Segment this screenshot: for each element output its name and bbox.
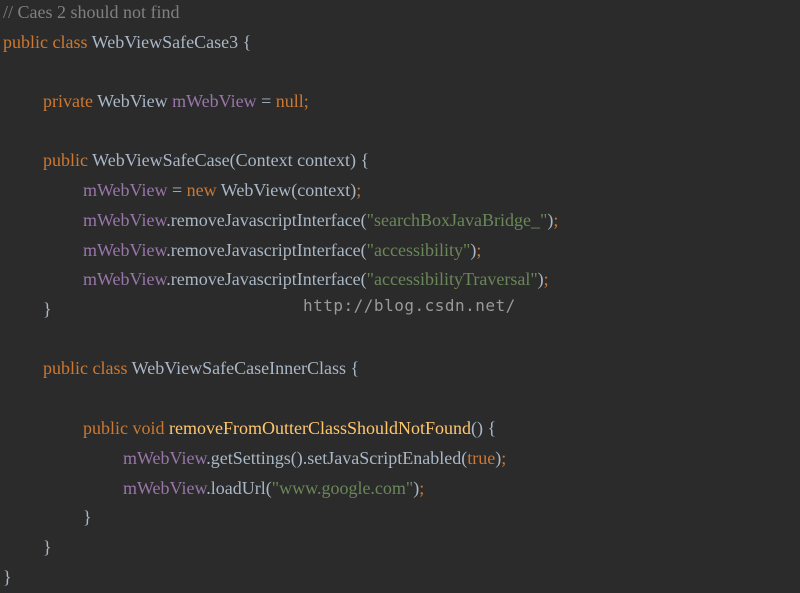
code-line: mWebView = new WebView(context); <box>3 178 361 202</box>
code-keyword: new <box>186 180 221 200</box>
code-line: } <box>3 297 52 321</box>
code-text: } <box>43 299 52 319</box>
code-field: mWebView <box>123 478 207 498</box>
code-text: WebView <box>97 91 173 111</box>
code-comment: // Caes 2 should not find <box>3 2 180 22</box>
code-line: mWebView.getSettings().setJavaScriptEnab… <box>3 446 506 470</box>
code-keyword: public <box>43 150 93 170</box>
code-text: } <box>83 507 92 527</box>
code-field: mWebView <box>83 240 167 260</box>
code-line: // Caes 2 should not find <box>3 0 180 24</box>
code-text: () { <box>471 418 497 438</box>
code-text: WebViewSafeCase(Context context) { <box>92 150 370 170</box>
code-field: mWebView <box>83 180 168 200</box>
code-keyword: ; <box>476 240 482 260</box>
code-keyword: ; <box>419 478 425 498</box>
code-line: } <box>3 505 92 529</box>
code-method-name: removeFromOutterClassShouldNotFound <box>169 418 471 438</box>
code-field: mWebView <box>123 448 207 468</box>
code-line: mWebView.loadUrl("www.google.com"); <box>3 476 424 500</box>
code-text: .removeJavascriptInterface( <box>166 210 367 230</box>
code-string: "searchBoxJavaBridge_" <box>366 210 548 230</box>
code-line: public void removeFromOutterClassShouldN… <box>3 416 496 440</box>
code-text: } <box>43 537 52 557</box>
code-text: WebViewSafeCaseInnerClass { <box>131 358 360 378</box>
code-keyword: ; <box>553 210 559 230</box>
code-keyword: public class <box>43 358 132 378</box>
code-text: = <box>256 91 276 111</box>
code-text: = <box>167 180 187 200</box>
code-keyword: null; <box>275 91 309 111</box>
code-line: public class WebViewSafeCase3 { <box>3 30 251 54</box>
code-text: } <box>3 567 12 587</box>
code-line: private WebView mWebView = null; <box>3 89 309 113</box>
code-field: mWebView <box>83 210 167 230</box>
code-line: public WebViewSafeCase(Context context) … <box>3 148 369 172</box>
code-string: "accessibility" <box>366 240 471 260</box>
code-text: WebViewSafeCase3 { <box>91 32 252 52</box>
code-keyword: true <box>467 448 496 468</box>
code-text: .removeJavascriptInterface( <box>166 269 367 289</box>
code-string: "accessibilityTraversal" <box>366 269 538 289</box>
code-keyword: ; <box>543 269 549 289</box>
code-line: } <box>3 565 12 589</box>
code-field: mWebView <box>83 269 167 289</box>
code-text: .getSettings().setJavaScriptEnabled( <box>206 448 468 468</box>
code-line: public class WebViewSafeCaseInnerClass { <box>3 356 359 380</box>
code-keyword: public void <box>83 418 169 438</box>
code-line: mWebView.removeJavascriptInterface("acce… <box>3 267 549 291</box>
code-text: .loadUrl( <box>206 478 272 498</box>
watermark-url: http://blog.csdn.net/ <box>303 296 516 315</box>
code-keyword: ; <box>356 180 362 200</box>
code-line: mWebView.removeJavascriptInterface("sear… <box>3 208 558 232</box>
code-text: .removeJavascriptInterface( <box>166 240 367 260</box>
code-keyword: public class <box>3 32 92 52</box>
code-editor[interactable]: // Caes 2 should not find public class W… <box>0 0 800 593</box>
code-line: } <box>3 535 52 559</box>
code-line: mWebView.removeJavascriptInterface("acce… <box>3 238 481 262</box>
code-keyword: ; <box>501 448 507 468</box>
code-text: WebView(context) <box>220 180 357 200</box>
code-string: "www.google.com" <box>271 478 414 498</box>
code-keyword: private <box>43 91 98 111</box>
code-field: mWebView <box>172 91 257 111</box>
